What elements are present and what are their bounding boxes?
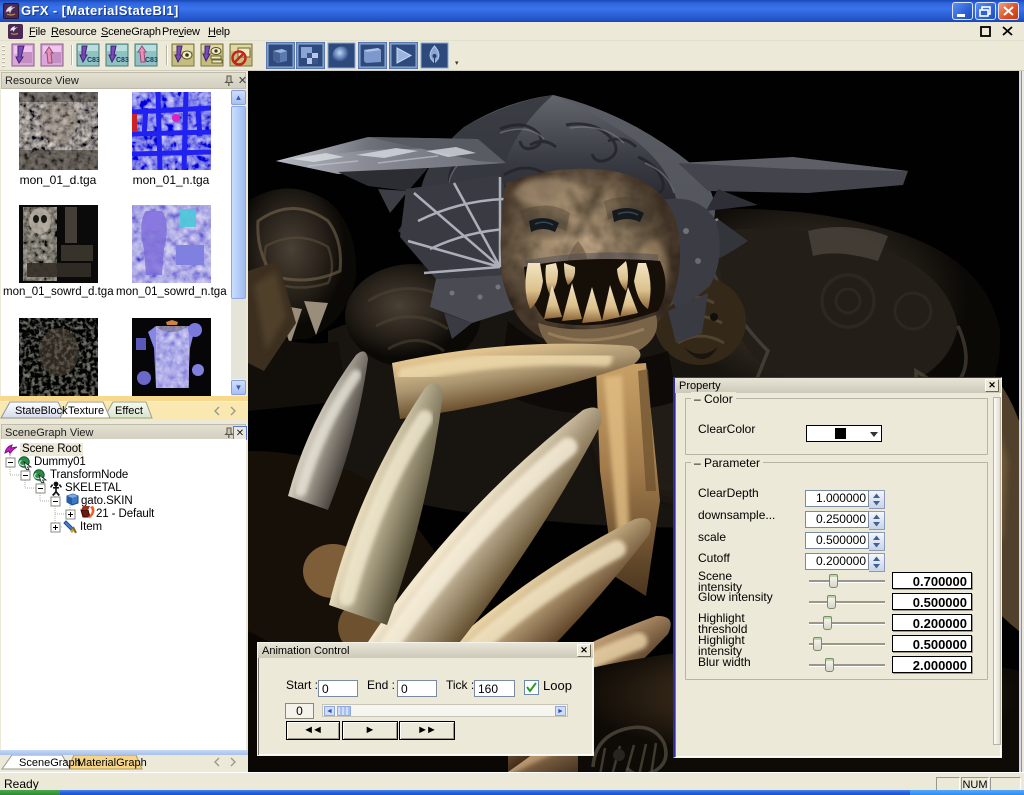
- svg-text:C83: C83: [87, 57, 100, 64]
- svg-text:Effect: Effect: [115, 405, 143, 417]
- svg-text:C83: C83: [116, 57, 129, 64]
- svg-text:MaterialGraph: MaterialGraph: [77, 757, 147, 769]
- svg-text:Texture: Texture: [68, 405, 104, 417]
- svg-text:C83: C83: [145, 57, 158, 64]
- svg-text:StateBlock: StateBlock: [15, 405, 68, 417]
- svg-text:SceneGraph: SceneGraph: [19, 757, 81, 769]
